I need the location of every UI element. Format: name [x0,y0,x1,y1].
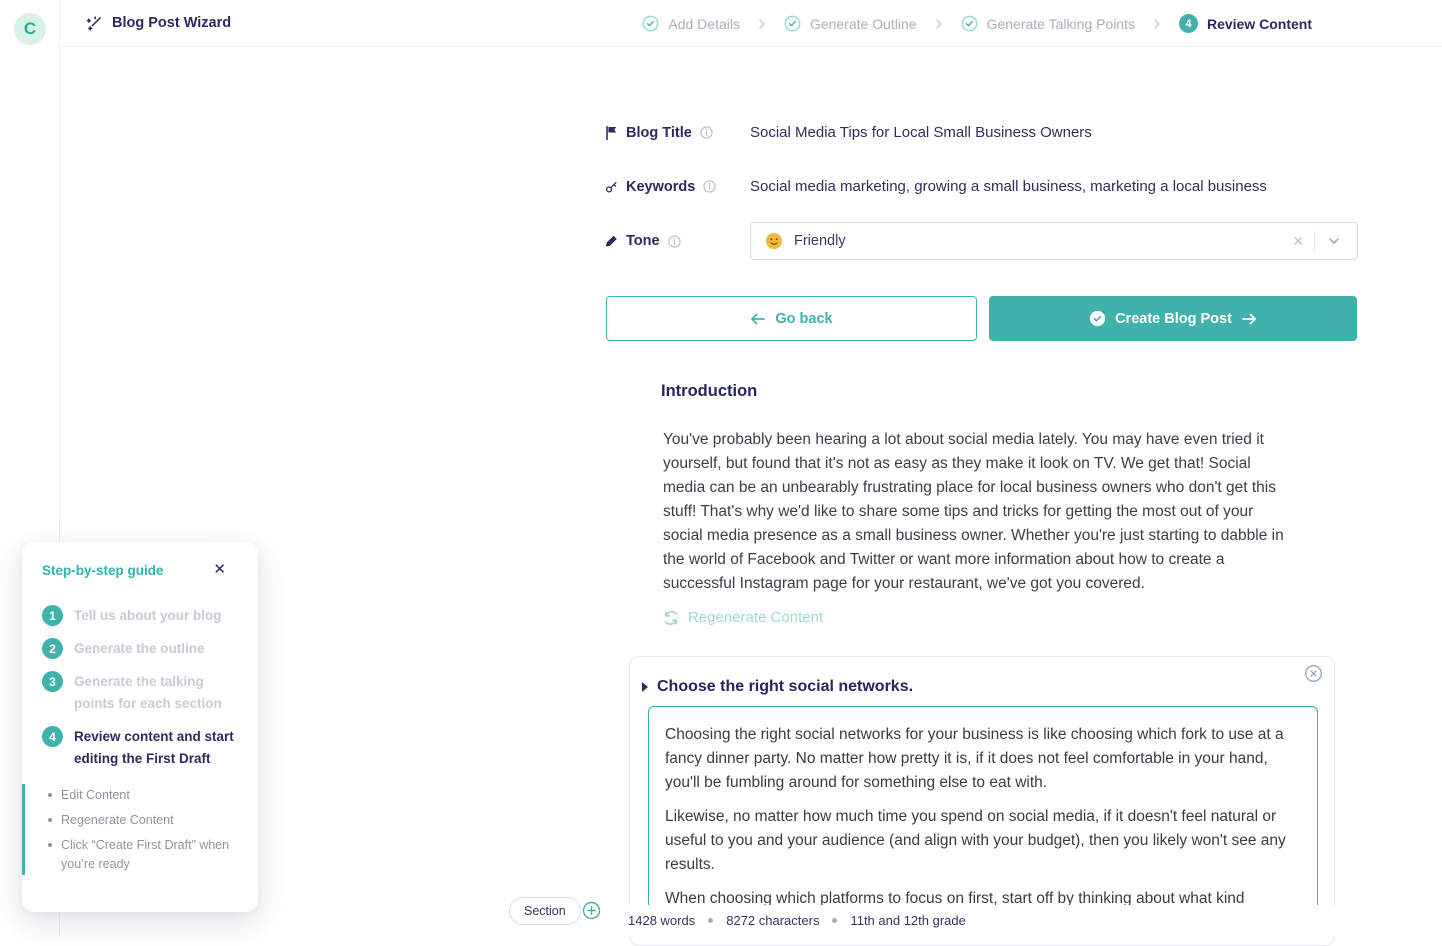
section-card: Choose the right social networks. Choosi… [629,656,1335,946]
app-logo[interactable]: C [14,13,46,45]
guide-step-2: 2 Generate the outline [42,638,238,660]
tone-select[interactable]: Friendly ✕ [750,222,1358,260]
section-pill[interactable]: Section [509,897,581,925]
chevron-down-icon[interactable] [1315,234,1345,248]
info-icon[interactable] [668,235,681,248]
wizard-title-group: Blog Post Wizard [86,15,231,32]
page-title: Blog Post Wizard [112,15,231,31]
pen-icon [605,234,618,248]
regenerate-content-link[interactable]: Regenerate Content [663,609,823,626]
step-label: Generate Talking Points [987,16,1135,32]
keywords-value[interactable]: Social media marketing, growing a small … [750,178,1267,195]
introduction-heading: Introduction [661,382,757,401]
step-by-step-guide-panel: Step-by-step guide ✕ 1 Tell us about you… [22,542,258,912]
tone-selected-value: Friendly [794,233,1282,249]
info-icon[interactable] [703,180,716,193]
collapse-triangle-icon[interactable] [642,682,648,692]
word-count: 1428 words [628,913,695,928]
go-back-button[interactable]: Go back [606,296,977,341]
create-blog-post-button[interactable]: Create Blog Post [989,296,1357,341]
bullet-dot [48,818,52,822]
guide-substep-label: Click “Create First Draft” when you’re r… [61,836,238,874]
refresh-icon [663,610,679,626]
section-pill-label: Section [524,904,566,918]
remove-section-icon[interactable] [1304,664,1323,683]
dot-separator [708,918,713,923]
guide-substeps-list: Edit Content Regenerate Content Click “C… [42,786,238,874]
bullet-dot [48,843,52,847]
guide-step-4: 4 Review content and start editing the F… [42,726,238,770]
reading-grade: 11th and 12th grade [850,913,965,928]
step-label: Review Content [1207,16,1312,32]
close-guide-icon[interactable]: ✕ [213,563,226,576]
chevron-separator-icon [933,18,945,30]
regenerate-content-label: Regenerate Content [688,609,823,626]
section-card-header: Choose the right social networks. [630,657,1334,706]
section-content-textarea[interactable]: Choosing the right social networks for y… [648,706,1318,916]
blog-title-row: Blog Title Social Media Tips for Local S… [605,124,1358,141]
step-label: Add Details [668,16,740,32]
step-generate-outline[interactable]: Generate Outline [784,15,917,32]
step-label: Generate Outline [810,16,917,32]
guide-step-1: 1 Tell us about your blog [42,605,238,627]
guide-substep: Click “Create First Draft” when you’re r… [48,836,238,874]
blog-title-value[interactable]: Social Media Tips for Local Small Busine… [750,124,1092,141]
guide-substep: Edit Content [48,786,238,805]
guide-title: Step-by-step guide [42,563,164,578]
dot-separator [832,918,837,923]
bullet-dot [48,793,52,797]
wizard-stepper: Add Details Generate Outline [642,0,1312,47]
section-paragraph: Choosing the right social networks for y… [665,723,1301,795]
section-card-title: Choose the right social networks. [657,678,913,696]
guide-step-label: Review content and start editing the Fir… [74,726,238,770]
guide-steps-list: 1 Tell us about your blog 2 Generate the… [42,605,238,770]
guide-substep-label: Edit Content [61,786,130,805]
section-paragraph: Likewise, no matter how much time you sp… [665,805,1301,877]
flag-icon [605,126,618,140]
guide-step-label: Tell us about your blog [74,605,222,627]
smiley-emoji-icon [765,232,783,250]
keywords-label: Keywords [626,179,695,195]
guide-step-3: 3 Generate the talking points for each s… [42,671,238,715]
introduction-paragraph[interactable]: You've probably been hearing a lot about… [663,428,1290,596]
create-blog-post-label: Create Blog Post [1115,311,1232,327]
key-icon [605,180,618,194]
step-number-badge: 4 [1179,14,1198,33]
magic-wand-icon [86,15,103,32]
clear-tone-icon[interactable]: ✕ [1282,233,1314,250]
check-circle-icon [784,15,801,32]
blog-title-label: Blog Title [626,125,692,141]
tone-label: Tone [626,233,660,249]
guide-substep: Regenerate Content [48,811,238,830]
header: Blog Post Wizard Add Details Generate Ou… [60,0,1442,47]
check-circle-icon [642,15,659,32]
guide-substep-label: Regenerate Content [61,811,174,830]
step-review-content[interactable]: 4 Review Content [1179,14,1312,33]
tone-label-group: Tone [605,233,750,249]
active-step-indicator-bar [22,784,25,875]
guide-step-label: Generate the talking points for each sec… [74,671,238,715]
guide-step-number: 3 [42,671,63,692]
step-generate-talking-points[interactable]: Generate Talking Points [961,15,1135,32]
check-circle-icon [961,15,978,32]
arrow-left-icon [750,312,766,326]
guide-step-number: 1 [42,605,63,626]
guide-step-label: Generate the outline [74,638,205,660]
footer-stats-bar: 1428 words 8272 characters 11th and 12th… [60,905,1442,936]
tone-row: Tone Friendly ✕ [605,222,1358,260]
chevron-separator-icon [1151,18,1163,30]
arrow-right-icon [1241,312,1257,326]
blog-title-label-group: Blog Title [605,124,750,141]
keywords-row: Keywords Social media marketing, growing… [605,178,1358,195]
step-add-details[interactable]: Add Details [642,15,740,32]
add-section-icon[interactable] [582,901,601,920]
guide-step-number: 2 [42,638,63,659]
check-circle-icon [1089,310,1106,327]
chevron-separator-icon [756,18,768,30]
keywords-label-group: Keywords [605,178,750,195]
character-count: 8272 characters [726,913,819,928]
go-back-label: Go back [775,311,832,327]
info-icon[interactable] [700,126,713,139]
guide-step-number: 4 [42,726,63,747]
